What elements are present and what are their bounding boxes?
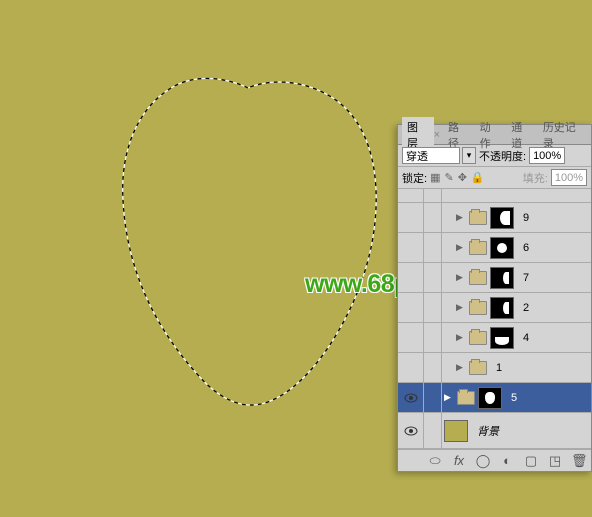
link-col <box>424 413 442 448</box>
eye-icon <box>404 393 418 403</box>
layer-mask-thumb[interactable] <box>490 207 514 229</box>
expand-arrow[interactable]: ▶ <box>456 212 466 223</box>
link-col <box>424 383 442 412</box>
layer-row[interactable]: ▶ 9 <box>398 203 591 233</box>
folder-icon <box>469 361 487 375</box>
layer-name[interactable]: 1 <box>490 362 502 374</box>
lock-position-icon[interactable]: ✥ <box>458 171 467 184</box>
visibility-toggle[interactable] <box>398 203 424 232</box>
adjustment-layer-icon[interactable]: ◐ <box>499 453 515 468</box>
selection-marquee <box>108 70 388 410</box>
layers-panel: 图层 × 路径 动作 通道 历史记录 穿透 ▾ 不透明度: 100% 锁定: ▦… <box>397 124 592 472</box>
link-col <box>424 233 442 262</box>
visibility-toggle[interactable] <box>398 383 424 412</box>
delete-layer-icon[interactable]: 🗑 <box>571 453 587 469</box>
layer-name[interactable]: 9 <box>517 212 529 224</box>
layer-row[interactable]: ▶ 4 <box>398 323 591 353</box>
panel-tabs: 图层 × 路径 动作 通道 历史记录 <box>398 125 591 145</box>
layer-mask-thumb[interactable] <box>490 267 514 289</box>
expand-arrow[interactable]: ▶ <box>456 362 466 373</box>
layer-row-partial[interactable] <box>398 189 591 203</box>
eye-icon <box>404 426 418 436</box>
lock-paint-icon[interactable]: ✎ <box>444 171 453 184</box>
expand-arrow[interactable]: ▶ <box>444 392 454 403</box>
blend-mode-select[interactable]: 穿透 <box>402 147 460 164</box>
folder-icon <box>469 211 487 225</box>
layer-row[interactable]: ▶ 6 <box>398 233 591 263</box>
layer-name[interactable]: 4 <box>517 332 529 344</box>
layer-row-background[interactable]: 背景 <box>398 413 591 449</box>
layer-row[interactable]: ▶ 7 <box>398 263 591 293</box>
visibility-toggle[interactable] <box>398 189 424 202</box>
visibility-toggle[interactable] <box>398 323 424 352</box>
visibility-toggle[interactable] <box>398 353 424 382</box>
fx-icon[interactable]: fx <box>451 453 467 468</box>
layer-mask-thumb[interactable] <box>478 387 502 409</box>
layer-name[interactable]: 2 <box>517 302 529 314</box>
folder-icon <box>457 391 475 405</box>
layer-name[interactable]: 背景 <box>471 423 499 439</box>
panel-footer: ⬭ fx ◯ ◐ ▢ ◳ 🗑 <box>398 449 591 471</box>
folder-icon <box>469 241 487 255</box>
layer-row-selected[interactable]: ▶ 5 <box>398 383 591 413</box>
layer-name[interactable]: 5 <box>505 392 517 404</box>
lock-label: 锁定: <box>402 170 427 186</box>
folder-icon <box>469 331 487 345</box>
add-mask-icon[interactable]: ◯ <box>475 453 491 469</box>
new-group-icon[interactable]: ▢ <box>523 453 539 469</box>
link-col <box>424 353 442 382</box>
blend-mode-arrow[interactable]: ▾ <box>462 147 476 164</box>
visibility-toggle[interactable] <box>398 293 424 322</box>
opacity-label: 不透明度: <box>479 148 526 164</box>
layer-name[interactable]: 6 <box>517 242 529 254</box>
link-col <box>424 293 442 322</box>
fill-value[interactable]: 100% <box>551 169 587 186</box>
tab-separator: × <box>434 129 440 141</box>
layer-mask-thumb[interactable] <box>490 297 514 319</box>
layer-thumb[interactable] <box>444 420 468 442</box>
expand-arrow[interactable]: ▶ <box>456 272 466 283</box>
layer-row[interactable]: ▶ 1 <box>398 353 591 383</box>
link-col <box>424 263 442 292</box>
new-layer-icon[interactable]: ◳ <box>547 453 563 469</box>
folder-icon <box>469 271 487 285</box>
fill-label: 填充: <box>523 170 548 186</box>
blend-opacity-row: 穿透 ▾ 不透明度: 100% <box>398 145 591 167</box>
expand-arrow[interactable]: ▶ <box>456 332 466 343</box>
link-col <box>424 203 442 232</box>
opacity-value[interactable]: 100% <box>529 147 565 164</box>
visibility-toggle[interactable] <box>398 413 424 448</box>
layer-name[interactable]: 7 <box>517 272 529 284</box>
layer-mask-thumb[interactable] <box>490 327 514 349</box>
layer-row[interactable]: ▶ 2 <box>398 293 591 323</box>
expand-arrow[interactable]: ▶ <box>456 242 466 253</box>
link-col <box>424 323 442 352</box>
expand-arrow[interactable]: ▶ <box>456 302 466 313</box>
layers-list: ▶ 9 ▶ 6 ▶ 7 <box>398 189 591 449</box>
lock-fill-row: 锁定: ▦ ✎ ✥ 🔒 填充: 100% <box>398 167 591 189</box>
lock-icons: ▦ ✎ ✥ 🔒 <box>430 171 485 184</box>
visibility-toggle[interactable] <box>398 233 424 262</box>
lock-transparency-icon[interactable]: ▦ <box>430 171 440 184</box>
folder-icon <box>469 301 487 315</box>
layer-mask-thumb[interactable] <box>490 237 514 259</box>
link-col <box>424 189 442 202</box>
link-layers-icon[interactable]: ⬭ <box>427 453 443 469</box>
lock-all-icon[interactable]: 🔒 <box>471 171 485 184</box>
visibility-toggle[interactable] <box>398 263 424 292</box>
